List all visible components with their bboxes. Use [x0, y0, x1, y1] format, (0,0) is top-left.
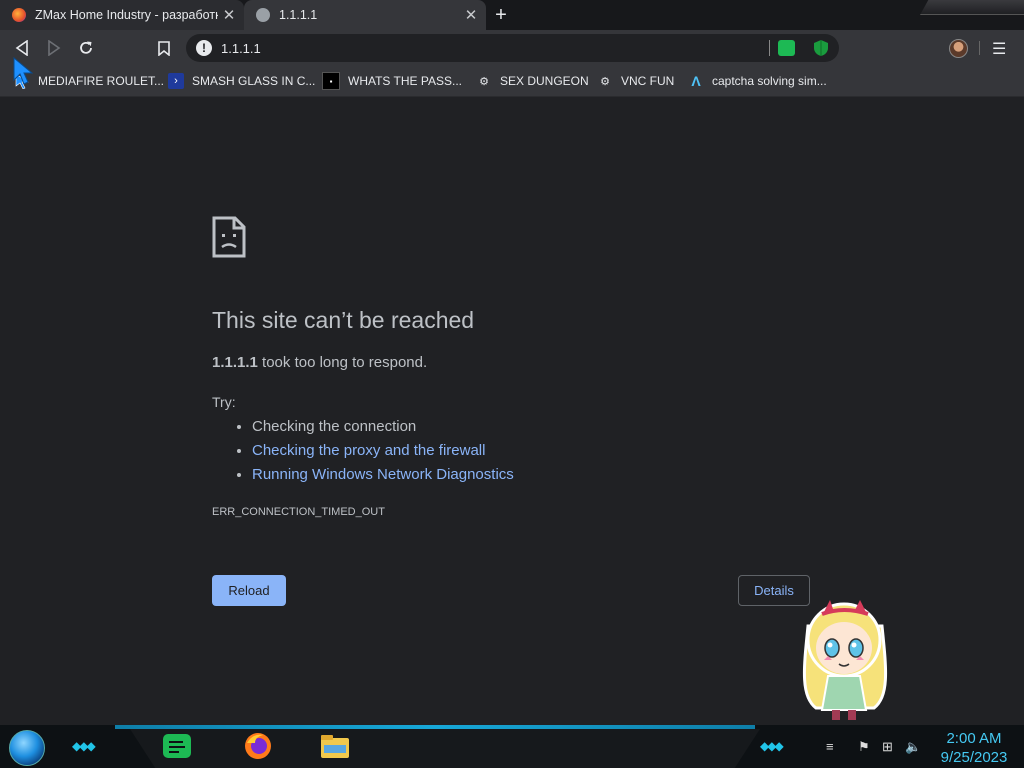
chevron-decoration-icon: ◆◆◆	[72, 739, 96, 753]
bookmark-label: SEX DUNGEON	[500, 74, 589, 88]
try-label: Try:	[212, 394, 236, 410]
error-message: took too long to respond.	[262, 354, 428, 371]
address-bar[interactable]: ! 1.1.1.1	[186, 34, 839, 62]
toolbar-divider	[979, 41, 980, 55]
globe-icon	[256, 8, 270, 22]
clock-date: 9/25/2023	[940, 749, 1008, 766]
error-title: This site can’t be reached	[212, 307, 475, 333]
bookmark-icon	[158, 40, 170, 56]
vnc-icon: ⚙	[479, 75, 489, 88]
list-item: Running Windows Network Diagnostics	[252, 463, 514, 487]
tab-strip: ZMax Home Industry - разработк ✕ 1.1.1.1…	[0, 0, 1024, 30]
reload-button[interactable]: Reload	[212, 575, 286, 606]
forward-button[interactable]	[40, 34, 68, 62]
info-icon[interactable]: !	[196, 40, 212, 56]
refresh-icon	[80, 41, 92, 54]
suggestion-text: Checking the connection	[252, 418, 417, 435]
powershell-icon: ›	[168, 73, 184, 89]
reload-toolbar-button[interactable]	[72, 34, 100, 62]
window-decoration	[920, 0, 1024, 15]
taskbar-accent	[115, 725, 755, 729]
omnibox-divider	[769, 40, 770, 56]
volume-icon[interactable]: 🔈	[905, 739, 921, 755]
bookmark-label: MEDIAFIRE ROULET...	[38, 74, 165, 88]
close-tab-icon[interactable]: ✕	[218, 6, 240, 24]
bookmark-mediafire[interactable]: MEDIAFIRE ROULET...	[14, 71, 164, 91]
back-icon	[15, 40, 28, 56]
mouse-cursor-icon	[13, 56, 34, 85]
lambda-icon: Λ	[691, 73, 701, 89]
sad-page-icon	[212, 216, 246, 258]
tab-active[interactable]: 1.1.1.1 ✕	[244, 0, 486, 30]
clock-time: 2:00 AM	[946, 730, 1002, 747]
profile-avatar[interactable]	[949, 39, 968, 58]
menu-icon[interactable]: ☰	[992, 39, 1006, 59]
url-text[interactable]: 1.1.1.1	[221, 41, 261, 56]
close-tab-icon[interactable]: ✕	[460, 6, 482, 24]
bookmark-label: VNC FUN	[621, 74, 675, 88]
bookmark-captcha[interactable]: Λ captcha solving sim...	[688, 71, 827, 91]
chevron-decoration-icon: ◆◆◆	[760, 739, 784, 753]
flag-icon[interactable]: ⚑	[858, 739, 870, 755]
firefox-like-icon	[12, 8, 26, 22]
toolbar: ! 1.1.1.1 ☰	[0, 30, 1024, 66]
taskbar-dock	[130, 729, 760, 768]
bookmark-button[interactable]	[150, 34, 178, 62]
list-item: Checking the connection	[252, 415, 514, 439]
new-tab-button[interactable]: +	[490, 3, 512, 27]
bookmark-whats-the-pass[interactable]: ▪ WHATS THE PASS...	[322, 71, 462, 91]
chat-extension-icon[interactable]	[778, 40, 795, 56]
shield-extension-icon[interactable]	[813, 39, 829, 57]
tab-title: ZMax Home Industry - разработк	[35, 8, 218, 22]
taskbar: ◆◆◆ ◆◆◆ ≡ ⚑ ⊞ 🔈 2:00 AM 9/25/2023	[0, 725, 1024, 768]
error-description: 1.1.1.1 took too long to respond.	[212, 354, 427, 371]
tab-title: 1.1.1.1	[279, 8, 318, 22]
bookmarks-bar: MEDIAFIRE ROULET... › SMASH GLASS IN C..…	[0, 66, 1024, 97]
terminal-icon: ▪	[322, 72, 340, 90]
error-host: 1.1.1.1	[212, 354, 258, 371]
bookmark-sex-dungeon[interactable]: ⚙ SEX DUNGEON	[476, 71, 589, 91]
network-icon[interactable]: ⊞	[882, 739, 893, 755]
firefox-icon[interactable]	[243, 731, 273, 761]
bookmark-smash-glass[interactable]: › SMASH GLASS IN C...	[168, 71, 315, 91]
suggestion-list: Checking the connection Checking the pro…	[212, 415, 514, 487]
bookmark-vnc-fun[interactable]: ⚙ VNC FUN	[597, 71, 674, 91]
bookmark-label: captcha solving sim...	[712, 74, 827, 88]
forward-icon	[48, 40, 61, 56]
start-orb-button[interactable]	[9, 730, 45, 766]
bookmark-label: SMASH GLASS IN C...	[192, 74, 316, 88]
suggestion-link-diagnostics[interactable]: Running Windows Network Diagnostics	[252, 466, 514, 483]
file-explorer-icon[interactable]	[320, 731, 350, 761]
tab-zmax[interactable]: ZMax Home Industry - разработк ✕	[0, 0, 244, 30]
clock[interactable]: 2:00 AM 9/25/2023	[928, 729, 1020, 767]
vnc-icon: ⚙	[600, 75, 610, 88]
chat-app-icon[interactable]	[162, 731, 192, 761]
suggestion-link-proxy[interactable]: Checking the proxy and the firewall	[252, 442, 485, 459]
bookmark-label: WHATS THE PASS...	[348, 74, 463, 88]
character-sticker	[802, 600, 888, 720]
action-center-icon[interactable]: ≡	[826, 739, 834, 754]
list-item: Checking the proxy and the firewall	[252, 439, 514, 463]
error-code: ERR_CONNECTION_TIMED_OUT	[212, 506, 385, 518]
